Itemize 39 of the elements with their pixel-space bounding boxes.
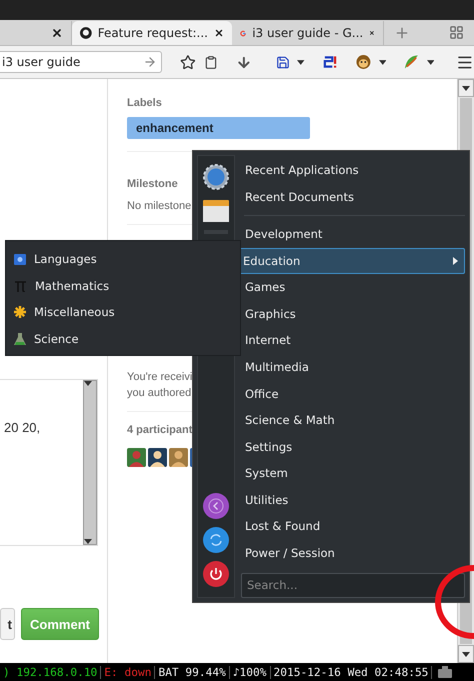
status-segment: E: down: [101, 666, 156, 678]
status-segment: BAT 99.44%: [155, 666, 230, 678]
menu-item[interactable]: System: [241, 460, 465, 486]
menu-item[interactable]: Office: [241, 380, 465, 407]
notification-text: you authored: [127, 386, 192, 401]
comment-field[interactable]: 20 20,: [0, 379, 98, 546]
label-tag[interactable]: enhancement: [127, 117, 310, 139]
submenu-item[interactable]: Mathematics: [14, 272, 240, 300]
menu-item[interactable]: Development: [241, 221, 465, 248]
menu-item[interactable]: Lost & Found: [241, 512, 465, 540]
menu-item[interactable]: Science & Math: [241, 406, 465, 434]
menu-item[interactable]: Settings: [241, 433, 465, 460]
menu-item[interactable]: Power / Session: [241, 539, 465, 566]
tab-title: Feature request:...: [98, 26, 208, 40]
notification-text: You're receivi: [127, 370, 192, 385]
menu-item[interactable]: Utilities: [241, 486, 465, 513]
address-field[interactable]: i3 user guide: [0, 51, 162, 73]
search-field[interactable]: Search...: [241, 572, 465, 598]
browser-tab[interactable]: i3 user guide - G...: [232, 21, 384, 45]
status-segment: ) 192.168.0.10: [0, 666, 102, 678]
status-segment: 2015-12-16 Wed 02:48:55: [270, 666, 432, 678]
menu-item[interactable]: Recent Applications: [241, 157, 465, 184]
action-button[interactable]: t: [0, 608, 15, 640]
milestone-text: No milestone: [127, 199, 192, 214]
submenu-item[interactable]: Miscellaneous: [14, 299, 240, 326]
section-heading: Labels: [127, 97, 162, 109]
menu-item[interactable]: Education: [239, 248, 465, 274]
menu-item[interactable]: Recent Documents: [241, 184, 465, 210]
submenu-item[interactable]: Languages: [14, 246, 240, 273]
status-segment: ♪100%: [230, 666, 270, 678]
menu-item[interactable]: Graphics: [241, 300, 465, 328]
menu-item[interactable]: Multimedia: [241, 354, 465, 380]
browser-tab[interactable]: Feature request:...: [72, 21, 232, 45]
menu-item[interactable]: Games: [241, 274, 465, 301]
menu-item[interactable]: Internet: [241, 327, 465, 354]
tab-title: i3 user guide - G...: [252, 26, 364, 40]
section-heading: Milestone: [127, 178, 178, 190]
section-heading: 4 participant: [127, 424, 192, 436]
submenu-item[interactable]: Science: [14, 326, 240, 352]
